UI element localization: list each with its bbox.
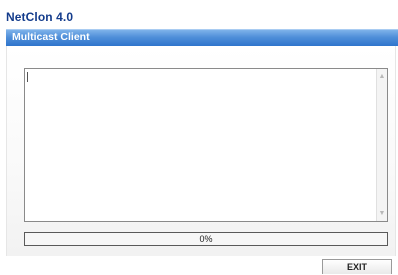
scroll-up-icon[interactable]: ▲ — [377, 71, 387, 82]
log-textarea[interactable]: ▲ ▼ — [24, 68, 388, 222]
scroll-down-icon[interactable]: ▼ — [377, 208, 387, 219]
header-title: Multicast Client — [12, 31, 90, 43]
text-caret — [27, 72, 28, 82]
log-scrollbar[interactable]: ▲ ▼ — [376, 69, 387, 221]
exit-button[interactable]: EXIT — [322, 259, 392, 274]
header-bar: Multicast Client — [6, 29, 398, 46]
app-title: NetClon 4.0 — [6, 10, 74, 24]
progress-label: 0% — [199, 234, 213, 244]
progress-bar: 0% — [24, 232, 388, 246]
